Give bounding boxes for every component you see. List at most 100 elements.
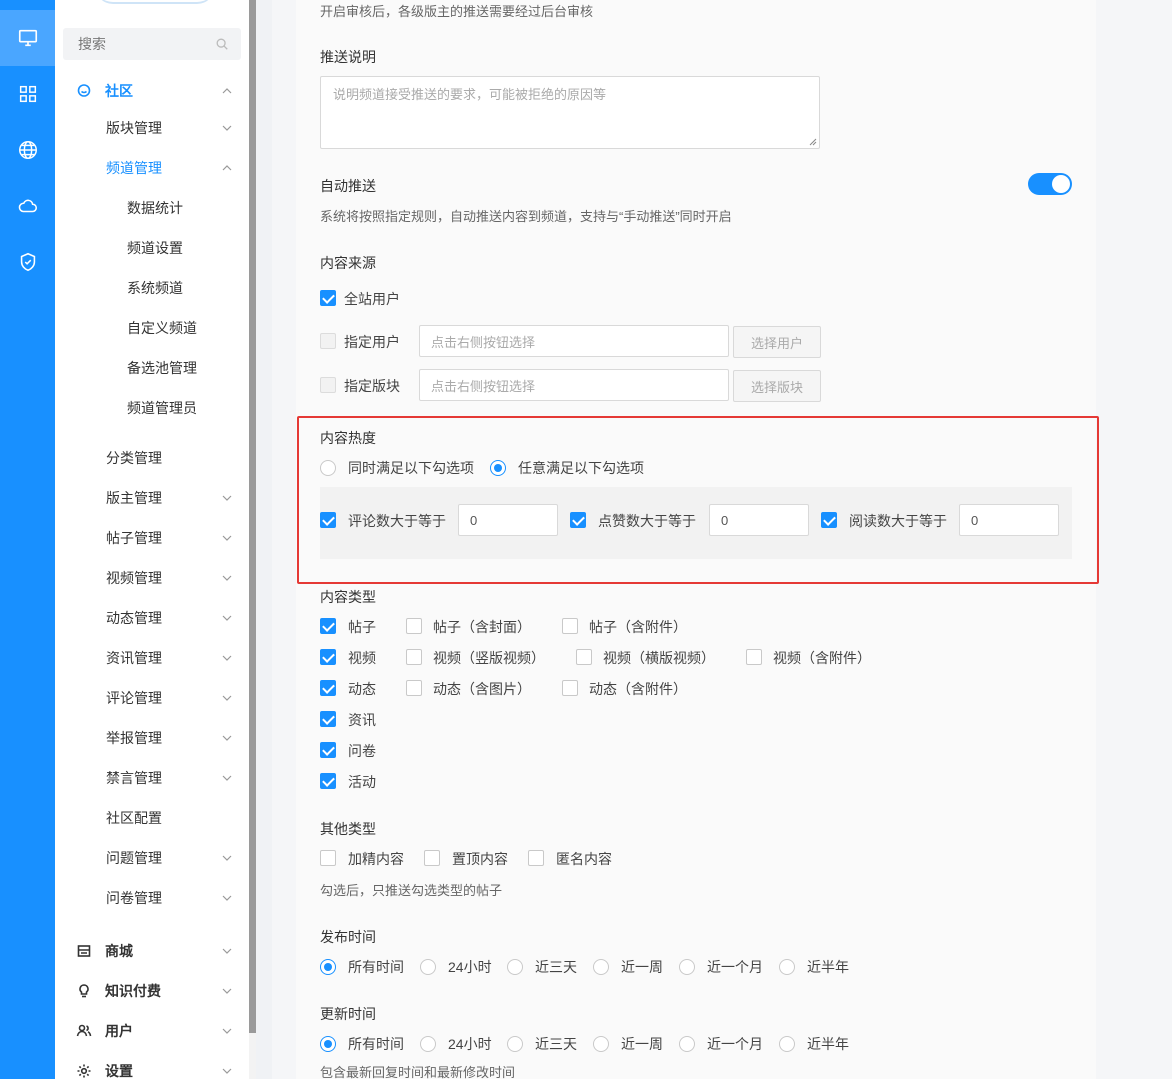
type-moment-checkbox[interactable] xyxy=(320,680,336,696)
type-survey-checkbox[interactable] xyxy=(320,742,336,758)
type-activity-checkbox[interactable] xyxy=(320,773,336,789)
publish-opt-0-radio[interactable] xyxy=(320,959,336,975)
type-moment-image-checkbox[interactable] xyxy=(406,680,422,696)
chevron-down-icon xyxy=(222,1028,232,1034)
type-video-horizontal-text: 视频（横版视频） xyxy=(603,650,715,666)
type-news-checkbox[interactable] xyxy=(320,711,336,727)
shield-check-icon xyxy=(20,252,35,272)
other-anonymous-checkbox[interactable] xyxy=(528,850,544,866)
type-label: 内容类型 xyxy=(320,589,376,605)
update-opt-3-radio[interactable] xyxy=(593,1036,609,1052)
rail-cloud[interactable] xyxy=(0,178,55,234)
publish-opt-3-radio[interactable] xyxy=(593,959,609,975)
publish-opt-2-radio[interactable] xyxy=(507,959,523,975)
publish-opt-1-text: 24小时 xyxy=(448,959,492,975)
menu-category-mgmt[interactable]: 分类管理 xyxy=(55,446,249,470)
source-block-input[interactable]: 点击右侧按钮选择 xyxy=(419,369,729,401)
menu-mute-mgmt[interactable]: 禁言管理 xyxy=(55,766,249,790)
lightbulb-icon xyxy=(76,983,92,999)
menu-community[interactable]: 社区 xyxy=(55,79,249,103)
menu-knowledge[interactable]: 知识付费 xyxy=(55,979,249,1003)
auto-push-label: 自动推送 xyxy=(320,178,376,194)
type-video-vertical-checkbox[interactable] xyxy=(406,649,422,665)
menu-channel-settings[interactable]: 频道设置 xyxy=(55,236,249,260)
rail-apps[interactable] xyxy=(0,66,55,122)
menu-settings[interactable]: 设置 xyxy=(55,1059,249,1079)
source-block-text: 指定版块 xyxy=(344,378,400,394)
publish-opt-4-radio[interactable] xyxy=(679,959,695,975)
type-moment-attach-checkbox[interactable] xyxy=(562,680,578,696)
rail-monitor[interactable] xyxy=(0,10,55,66)
menu-system-channel[interactable]: 系统频道 xyxy=(55,276,249,300)
type-news-text: 资讯 xyxy=(348,712,376,728)
other-pinned-checkbox[interactable] xyxy=(424,850,440,866)
menu-search[interactable]: 搜索 xyxy=(63,28,241,60)
menu-video-mgmt[interactable]: 视频管理 xyxy=(55,566,249,590)
auto-push-toggle[interactable] xyxy=(1028,173,1072,195)
menu-mall[interactable]: 商城 xyxy=(55,939,249,963)
rail-globe[interactable] xyxy=(0,122,55,178)
type-video-attach-checkbox[interactable] xyxy=(746,649,762,665)
type-video-checkbox[interactable] xyxy=(320,649,336,665)
menu-scrollbar-thumb[interactable] xyxy=(249,0,256,1033)
menu-channel-mgmt[interactable]: 频道管理 xyxy=(55,156,249,180)
menu-custom-channel[interactable]: 自定义频道 xyxy=(55,316,249,340)
source-user-checkbox[interactable] xyxy=(320,333,336,349)
source-all-checkbox[interactable] xyxy=(320,290,336,306)
select-user-button[interactable]: 选择用户 xyxy=(733,326,821,358)
users-icon xyxy=(76,1023,92,1039)
resize-grip-icon[interactable] xyxy=(809,138,817,146)
publish-opt-5-radio[interactable] xyxy=(779,959,795,975)
type-video-horizontal-checkbox[interactable] xyxy=(576,649,592,665)
highlight-frame xyxy=(297,416,1099,584)
publish-opt-1-radio[interactable] xyxy=(420,959,436,975)
menu-users[interactable]: 用户 xyxy=(55,1019,249,1043)
type-post-attach-checkbox[interactable] xyxy=(562,618,578,634)
type-post-text: 帖子 xyxy=(348,619,376,635)
update-hint: 包含最新回复时间和最新修改时间 xyxy=(320,1065,516,1079)
menu-post-mgmt[interactable]: 帖子管理 xyxy=(55,526,249,550)
chevron-down-icon xyxy=(222,735,232,741)
chevron-down-icon xyxy=(222,495,232,501)
update-opt-4-radio[interactable] xyxy=(679,1036,695,1052)
other-label: 其他类型 xyxy=(320,821,376,837)
push-desc-placeholder: 说明频道接受推送的要求，可能被拒绝的原因等 xyxy=(333,87,607,102)
type-post-cover-checkbox[interactable] xyxy=(406,618,422,634)
menu-data-stats[interactable]: 数据统计 xyxy=(55,196,249,220)
rail-shield[interactable] xyxy=(0,234,55,290)
update-opt-2-radio[interactable] xyxy=(507,1036,523,1052)
update-opt-1-radio[interactable] xyxy=(420,1036,436,1052)
menu-survey-mgmt[interactable]: 问卷管理 xyxy=(55,886,249,910)
chat-icon xyxy=(76,83,92,99)
type-post-checkbox[interactable] xyxy=(320,618,336,634)
auto-push-hint: 系统将按照指定规则，自动推送内容到频道，支持与“手动推送”同时开启 xyxy=(320,209,732,224)
menu-channel-admin[interactable]: 频道管理员 xyxy=(55,396,249,420)
menu-candidate-pool[interactable]: 备选池管理 xyxy=(55,356,249,380)
push-desc-textarea[interactable]: 说明频道接受推送的要求，可能被拒绝的原因等 xyxy=(320,76,820,149)
gear-icon xyxy=(76,1063,92,1079)
menu-question-mgmt[interactable]: 问题管理 xyxy=(55,846,249,870)
other-featured-checkbox[interactable] xyxy=(320,850,336,866)
update-opt-1-text: 24小时 xyxy=(448,1036,492,1052)
globe-icon xyxy=(18,141,37,159)
source-label: 内容来源 xyxy=(320,255,376,271)
menu-community-config[interactable]: 社区配置 xyxy=(55,806,249,830)
update-opt-0-radio[interactable] xyxy=(320,1036,336,1052)
menu-news-mgmt[interactable]: 资讯管理 xyxy=(55,646,249,670)
other-hint: 勾选后，只推送勾选类型的帖子 xyxy=(320,883,503,898)
menu-report-mgmt[interactable]: 举报管理 xyxy=(55,726,249,750)
type-post-cover-text: 帖子（含封面） xyxy=(433,619,531,635)
menu-moment-mgmt[interactable]: 动态管理 xyxy=(55,606,249,630)
menu-comment-mgmt[interactable]: 评论管理 xyxy=(55,686,249,710)
menu-block-mgmt[interactable]: 版块管理 xyxy=(55,116,249,140)
chevron-up-icon xyxy=(222,88,232,94)
chevron-down-icon xyxy=(222,775,232,781)
source-block-checkbox[interactable] xyxy=(320,377,336,393)
update-opt-5-text: 近半年 xyxy=(807,1036,849,1052)
source-user-input[interactable]: 点击右侧按钮选择 xyxy=(419,325,729,357)
other-featured-text: 加精内容 xyxy=(348,851,404,867)
menu-moderator-mgmt[interactable]: 版主管理 xyxy=(55,486,249,510)
toggle-knob xyxy=(1052,175,1070,193)
select-block-button[interactable]: 选择版块 xyxy=(733,370,821,402)
update-opt-5-radio[interactable] xyxy=(779,1036,795,1052)
